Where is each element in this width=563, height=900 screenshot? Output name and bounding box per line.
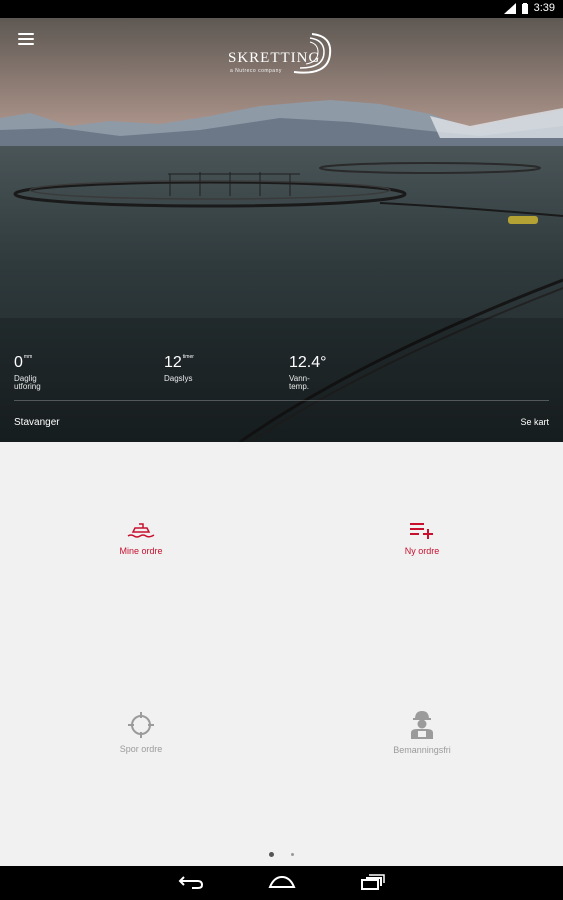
tile-label: Mine ordre <box>119 546 163 556</box>
home-button[interactable] <box>268 874 296 895</box>
tile-track-order[interactable]: Spor ordre <box>81 712 201 754</box>
page-dot-active[interactable] <box>269 852 275 858</box>
logo-swirl-icon <box>293 33 332 74</box>
tile-label: Spor ordre <box>119 744 163 754</box>
worker-icon <box>411 711 433 739</box>
navigation-bar <box>0 866 563 900</box>
tile-label: Ny ordre <box>404 546 440 556</box>
location-label: Stavanger <box>14 417 60 428</box>
menu-button[interactable] <box>18 33 34 47</box>
brand-logo: SKRETTING a Nutreco company <box>228 32 338 78</box>
tile-label: Bemanningsfri <box>393 745 451 755</box>
back-button[interactable] <box>178 874 204 895</box>
tile-my-orders[interactable]: Mine ordre <box>81 520 201 556</box>
page-indicator <box>0 846 563 864</box>
back-icon <box>178 876 204 889</box>
stat-daily-feeding: 0mm Daglig utforing <box>14 354 41 391</box>
signal-icon <box>503 2 516 14</box>
home-icon <box>268 875 296 888</box>
tile-new-order[interactable]: Ny ordre <box>362 520 482 556</box>
crosshair-icon <box>128 712 154 738</box>
ship-icon <box>127 523 155 538</box>
battery-icon <box>521 2 528 14</box>
divider <box>14 400 549 401</box>
see-map-link[interactable]: Se kart <box>520 417 549 427</box>
status-bar: 3:39 <box>0 0 563 18</box>
recents-button[interactable] <box>360 874 386 895</box>
status-time: 3:39 <box>533 2 555 14</box>
tile-unmanned[interactable]: Bemanningsfri <box>362 709 482 755</box>
hamburger-menu-icon <box>18 33 34 35</box>
page-dot[interactable] <box>290 853 294 857</box>
fish-farm-photo <box>0 18 563 442</box>
brand-subtitle: a Nutreco company <box>230 68 282 74</box>
hero-banner: SKRETTING a Nutreco company 0mm Daglig u… <box>0 18 563 442</box>
stat-water-temp: 12.4° Vann- temp. <box>289 354 327 391</box>
recents-icon <box>361 874 385 890</box>
add-list-icon <box>410 523 433 539</box>
stat-daylight: 12timer Dagslys <box>164 354 194 383</box>
